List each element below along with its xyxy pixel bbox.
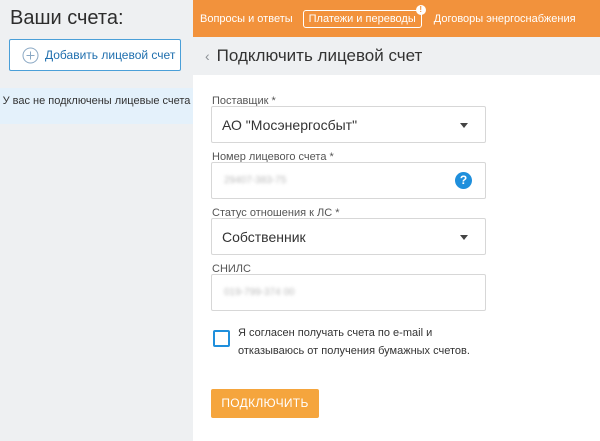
nav-contracts[interactable]: Договоры энергоснабжения (434, 13, 576, 25)
sidebar-title: Ваши счета: (10, 7, 124, 29)
supplier-select[interactable]: АО "Мосэнергосбыт" (211, 106, 486, 143)
nav-payments[interactable]: Платежи и переводы ! (302, 4, 426, 28)
consent-text: Я согласен получать счета по e-mail и от… (238, 327, 470, 357)
plus-circle-icon (22, 47, 39, 63)
empty-accounts-message: У вас не подключены лицевые счета (0, 88, 193, 124)
supplier-value: АО "Мосэнергосбыт" (222, 116, 358, 133)
page-header: ‹ Подключить лицевой счет (193, 37, 600, 75)
notification-badge: ! (415, 4, 426, 15)
help-icon[interactable]: ? (455, 172, 472, 189)
status-select[interactable]: Собственник (211, 218, 486, 255)
sidebar: Ваши счета: Добавить лицевой счет У вас … (0, 0, 193, 441)
snils-value: 019-799-374 00 (224, 287, 295, 298)
back-chevron-icon[interactable]: ‹ (205, 48, 210, 64)
nav-payments-label: Платежи и переводы (308, 12, 416, 25)
chevron-down-icon (460, 235, 468, 240)
connect-button[interactable]: ПОДКЛЮЧИТЬ (211, 389, 319, 418)
page-title: Подключить лицевой счет (216, 46, 423, 65)
consent-checkbox[interactable] (213, 330, 230, 347)
snils-input[interactable]: 019-799-374 00 (211, 274, 486, 311)
add-account-button[interactable]: Добавить лицевой счет (9, 39, 181, 71)
chevron-down-icon (460, 123, 468, 128)
account-number-value: 29407-383-75 (224, 175, 287, 186)
add-account-label: Добавить лицевой счет (45, 48, 176, 62)
status-value: Собственник (222, 228, 306, 245)
top-navigation: Вопросы и ответы Платежи и переводы ! До… (193, 0, 600, 37)
nav-faq[interactable]: Вопросы и ответы (200, 13, 293, 25)
account-number-input[interactable]: 29407-383-75 ? (211, 162, 486, 199)
